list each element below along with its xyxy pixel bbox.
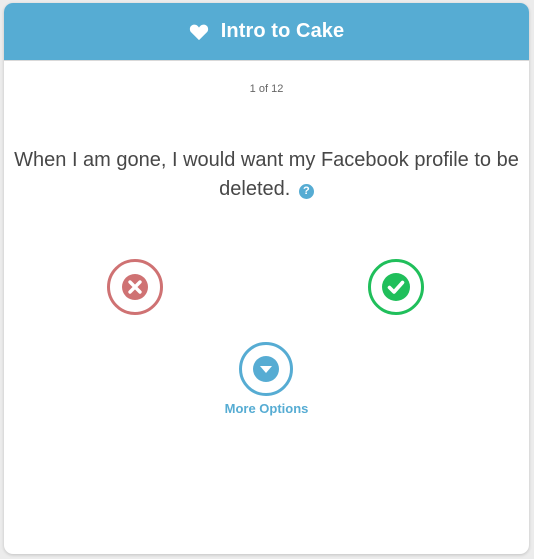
more-options-label[interactable]: More Options <box>4 401 529 416</box>
card-title: Intro to Cake <box>220 20 345 42</box>
question-text: When I am gone, I would want my Facebook… <box>14 149 519 200</box>
x-icon <box>122 274 148 300</box>
checkmark-icon <box>382 273 410 301</box>
no-button[interactable] <box>107 259 163 315</box>
question-counter: 1 of 12 <box>249 83 284 95</box>
question-card: Intro to Cake 1 of 12 When I am gone, I … <box>4 3 529 554</box>
question-text-block: When I am gone, I would want my Facebook… <box>14 146 519 204</box>
more-options-button[interactable] <box>239 342 293 396</box>
chevron-down-icon <box>253 356 279 382</box>
heart-icon <box>189 24 208 40</box>
card-header: Intro to Cake <box>4 3 529 61</box>
question-circle-icon[interactable]: ? <box>298 184 314 199</box>
yes-button[interactable] <box>368 259 424 315</box>
